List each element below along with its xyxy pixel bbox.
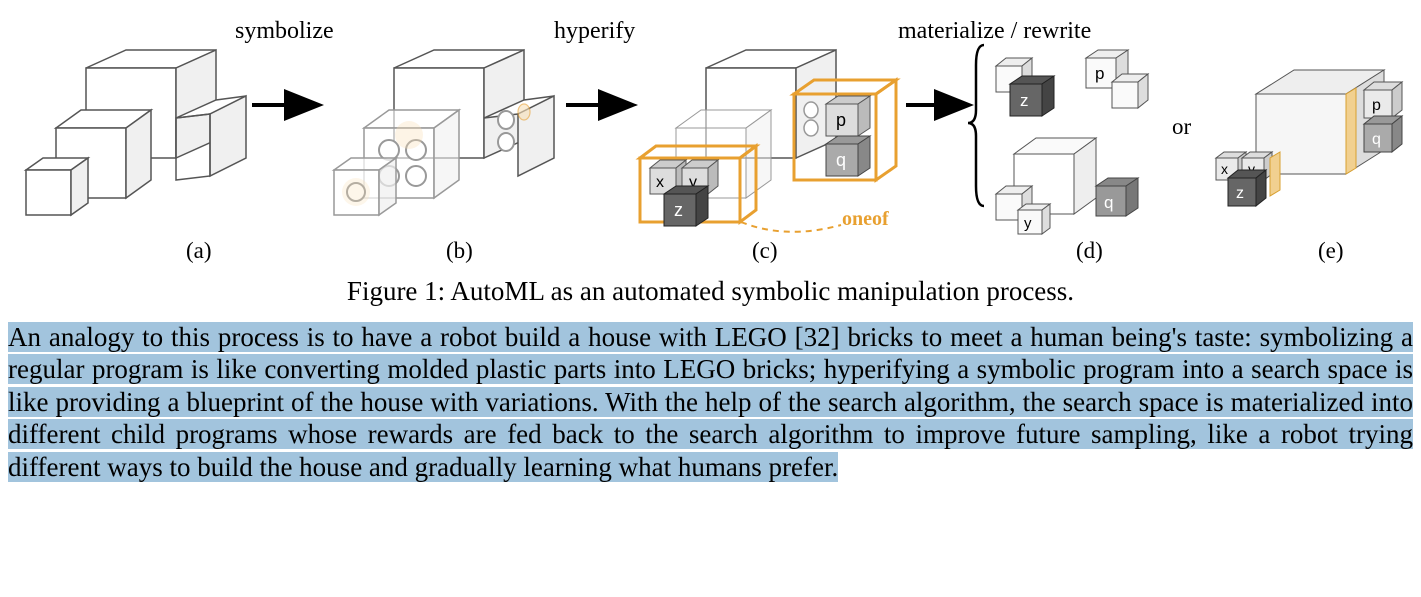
figure-1: symbolize hyperify materialize / rewrite: [6, 10, 1415, 280]
highlighted-text: An analogy to this process is to have a …: [8, 322, 1413, 482]
figure-caption: Figure 1: AutoML as an automated symboli…: [6, 276, 1415, 307]
svg-text:z: z: [674, 200, 683, 220]
label-e: (e): [1318, 238, 1344, 264]
svg-text:z: z: [1020, 91, 1029, 110]
label-b: (b): [446, 238, 473, 264]
figure-svg: p q x: [6, 10, 1421, 240]
label-oneof: oneof: [842, 208, 889, 231]
body-paragraph: An analogy to this process is to have a …: [6, 321, 1415, 483]
label-or: or: [1172, 114, 1191, 140]
svg-text:q: q: [1104, 193, 1113, 212]
svg-text:y: y: [1024, 215, 1032, 232]
svg-text:p: p: [836, 110, 846, 130]
svg-text:p: p: [1372, 97, 1381, 114]
svg-text:z: z: [1236, 185, 1244, 202]
label-c: (c): [752, 238, 778, 264]
svg-text:q: q: [1372, 131, 1381, 148]
svg-text:x: x: [1221, 161, 1228, 177]
label-a: (a): [186, 238, 212, 264]
label-d: (d): [1076, 238, 1103, 264]
svg-text:q: q: [836, 150, 846, 170]
caption-lead: Figure 1:: [347, 276, 445, 306]
svg-text:x: x: [656, 174, 664, 191]
caption-text: AutoML as an automated symbolic manipula…: [445, 276, 1074, 306]
svg-text:p: p: [1095, 64, 1104, 83]
